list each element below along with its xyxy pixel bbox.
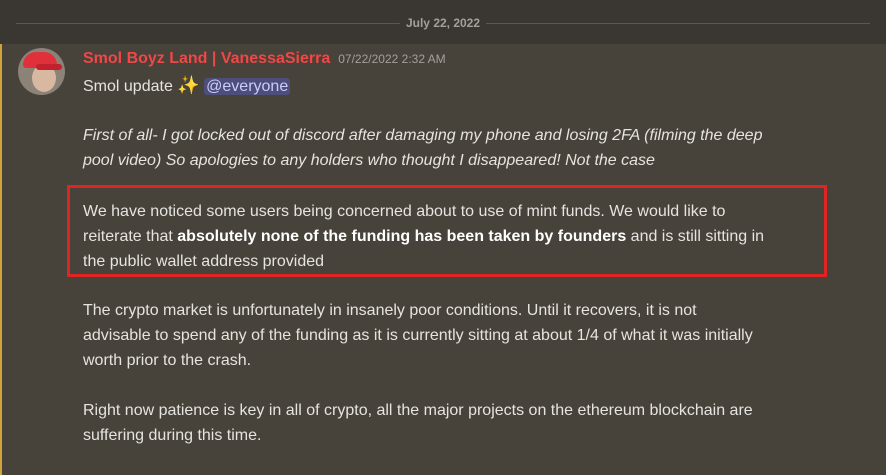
everyone-mention[interactable]: @everyone [204,78,291,95]
avatar-hat-brim [36,64,62,70]
message-first-line: Smol update ✨ @everyone [83,73,291,99]
avatar[interactable] [18,48,65,95]
paragraph-4-line-2: suffering during this time. [83,427,262,444]
message-header: Smol Boyz Land | VanessaSierra 07/22/202… [83,50,446,72]
red-highlight-box [67,185,827,277]
paragraph-4-line-1: Right now patience is key in all of cryp… [83,402,753,419]
message-intro-text: Smol update [83,78,178,95]
paragraph-3-line-2: advisable to spend any of the funding as… [83,327,753,344]
date-divider-bar: July 22, 2022 [0,0,886,44]
message-timestamp[interactable]: 07/22/2022 2:32 AM [338,52,445,66]
sparkles-icon: ✨ [177,75,200,95]
paragraph-1-line-2: pool video) So apologies to any holders … [83,152,655,169]
paragraph-1-line-1: First of all- I got locked out of discor… [83,127,763,144]
mention-highlight-bar [0,44,2,475]
date-divider-label: July 22, 2022 [399,14,487,32]
paragraph-3-line-3: worth prior to the crash. [83,352,252,369]
paragraph-3-line-1: The crypto market is unfortunately in in… [83,302,697,319]
author-username[interactable]: Smol Boyz Land | VanessaSierra [83,50,330,68]
